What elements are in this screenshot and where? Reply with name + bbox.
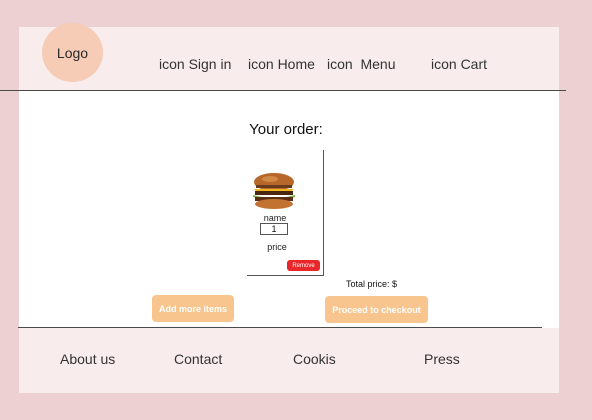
nav-menu[interactable]: icon Menu <box>327 56 395 72</box>
nav-sign-in[interactable]: icon Sign in <box>159 56 231 72</box>
add-more-items-button[interactable]: Add more items <box>152 295 234 322</box>
item-name: name <box>263 213 287 223</box>
page-frame: Logo icon Sign in icon Home icon Menu ic… <box>0 23 566 393</box>
header: Logo icon Sign in icon Home icon Menu ic… <box>19 23 559 90</box>
nav-home[interactable]: icon Home <box>248 56 315 72</box>
burger-icon <box>253 173 295 209</box>
total-price: Total price: $ <box>346 279 398 289</box>
remove-button[interactable]: Remove <box>287 260 320 271</box>
quantity-input[interactable]: 1 <box>260 223 288 235</box>
footer-press-link[interactable]: Press <box>424 351 460 367</box>
order-item-card: name 1 price Remove <box>247 150 324 276</box>
footer-cookies-link[interactable]: Cookis <box>293 351 336 367</box>
page-title: Your order: <box>249 121 323 138</box>
logo[interactable]: Logo <box>42 23 103 82</box>
nav-cart[interactable]: icon Cart <box>431 56 487 72</box>
item-price: price <box>267 242 287 252</box>
footer-about-us-link[interactable]: About us <box>60 351 115 367</box>
header-divider <box>0 90 566 91</box>
checkout-button[interactable]: Proceed to checkout <box>325 296 428 323</box>
footer-contact-link[interactable]: Contact <box>174 351 222 367</box>
footer: About us Contact Cookis Press <box>19 328 559 393</box>
